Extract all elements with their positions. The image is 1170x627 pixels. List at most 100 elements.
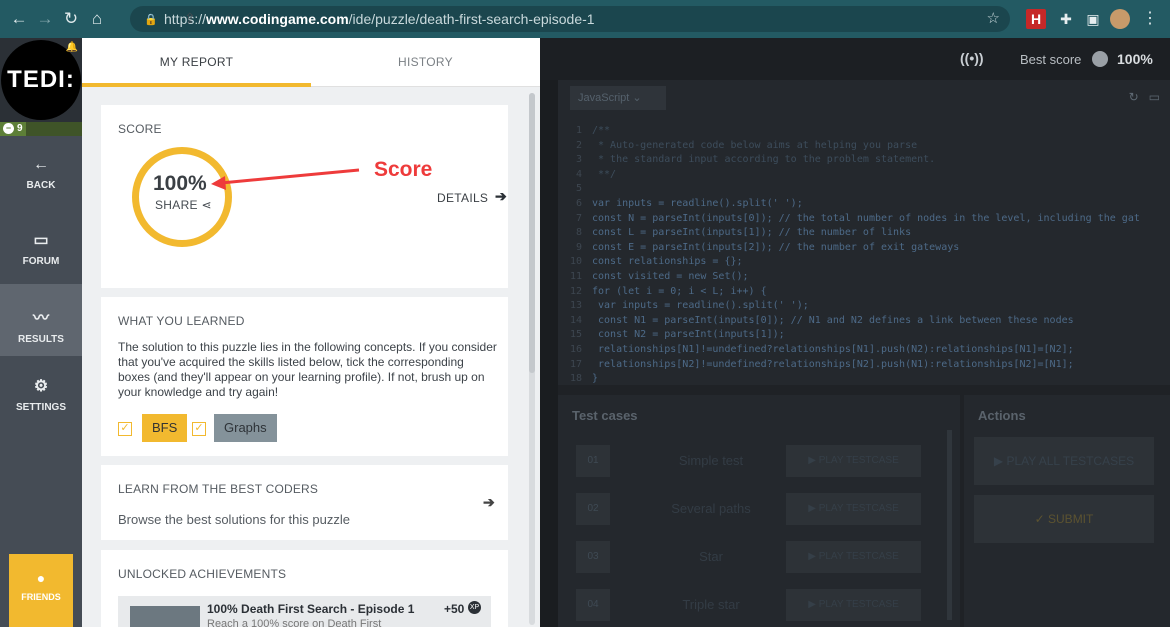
graphs-checkbox[interactable]: ✓ bbox=[192, 422, 206, 436]
achievements-title: UNLOCKED ACHIEVEMENTS bbox=[118, 567, 287, 581]
address-bar[interactable]: 🔒 https://www.codingame.com/ide/puzzle/d… bbox=[130, 6, 1010, 32]
extensions-puzzle-icon[interactable]: ✚ bbox=[1056, 9, 1076, 29]
back-arrow-icon: ← bbox=[33, 156, 49, 173]
code-editor[interactable]: JavaScript ⌄ ↻ ▭ 1 /** 2 * Auto-generated … bbox=[558, 80, 1170, 385]
level-icon: − bbox=[3, 122, 14, 134]
test-row: 01 Simple test ▶ PLAY TESTCASE bbox=[576, 445, 921, 477]
learned-card: WHAT YOU LEARNED The solution to this pu… bbox=[101, 297, 508, 456]
code-line: 6 var inputs = readline().split(' '); bbox=[558, 197, 1170, 212]
code-line: 9 const E = parseInt(inputs[2]); // the n… bbox=[558, 241, 1170, 256]
concept-tag-bfs[interactable]: BFS bbox=[142, 414, 188, 442]
forward-nav-icon[interactable]: → bbox=[32, 9, 58, 29]
code-line: 11 const visited = new Set(); bbox=[558, 270, 1170, 285]
share-button[interactable]: SHARE ⋖ bbox=[155, 198, 212, 212]
best-score-icon bbox=[1092, 51, 1108, 67]
broadcast-icon[interactable]: ((•)) bbox=[960, 50, 984, 66]
play-testcase-button[interactable]: ▶ PLAY TESTCASE bbox=[786, 541, 921, 573]
browser-menu-icon[interactable]: ⋮ bbox=[1140, 9, 1160, 29]
actions-panel: Actions ▶ PLAY ALL TESTCASES ✓ SUBMIT bbox=[964, 395, 1170, 627]
play-testcase-button[interactable]: ▶ PLAY TESTCASE bbox=[786, 493, 921, 525]
code-line: 15 const N2 = parseInt(inputs[1]); bbox=[558, 328, 1170, 343]
line-number: 18 bbox=[569, 373, 582, 385]
results-icon: 〰 bbox=[32, 310, 49, 327]
line-number: 8 bbox=[575, 227, 582, 239]
details-arrow-icon[interactable]: ➔ bbox=[495, 188, 507, 205]
code-text: } bbox=[592, 373, 599, 385]
score-card: SCORE 100% SHARE ⋖ DETAILS ➔ Score bbox=[101, 105, 508, 288]
left-sidebar: TEDI: 🔔 − 9 ← BACK ▭ FORUM 〰 RESULTS ⚙ S… bbox=[0, 38, 82, 627]
code-line: 1 /** bbox=[558, 124, 1170, 139]
line-number: 14 bbox=[569, 314, 582, 326]
fullscreen-icon[interactable]: ▭ bbox=[1149, 90, 1160, 104]
profile-avatar[interactable] bbox=[1110, 9, 1130, 29]
test-row: 03 Star ▶ PLAY TESTCASE bbox=[576, 541, 921, 573]
line-number: 17 bbox=[569, 358, 582, 370]
language-select[interactable]: JavaScript ⌄ bbox=[570, 86, 666, 110]
code-line: 4 **/ bbox=[558, 168, 1170, 183]
notification-bell-icon[interactable]: 🔔 bbox=[66, 42, 78, 53]
test-number: 02 bbox=[576, 493, 610, 525]
code-text: * Auto-generated code below aims at help… bbox=[592, 139, 918, 151]
best-score-value: 100% bbox=[1117, 51, 1153, 67]
code-text: const E = parseInt(inputs[2]); // the nu… bbox=[592, 241, 960, 253]
play-all-testcases-button[interactable]: ▶ PLAY ALL TESTCASES bbox=[974, 437, 1154, 485]
test-name: Star bbox=[699, 549, 723, 564]
browser-toolbar: ← → ↻ ⌂ 🔒 https://www.codingame.com/ide/… bbox=[0, 0, 1170, 38]
extension-h-icon[interactable]: H bbox=[1026, 9, 1046, 29]
submit-button[interactable]: ✓ SUBMIT bbox=[974, 495, 1154, 543]
code-text: for (let i = 0; i < L; i++) { bbox=[592, 285, 767, 297]
line-number: 1 bbox=[575, 125, 582, 136]
bookmark-star-icon[interactable]: ☆ bbox=[987, 9, 1000, 27]
score-value: 100% bbox=[153, 172, 207, 195]
code-line: 12 for (let i = 0; i < L; i++) { bbox=[558, 285, 1170, 300]
achievement-points: +50 bbox=[444, 602, 465, 616]
play-testcase-button[interactable]: ▶ PLAY TESTCASE bbox=[786, 445, 921, 477]
sidebar-item-back[interactable]: ← BACK bbox=[0, 156, 82, 228]
back-nav-icon[interactable]: ← bbox=[6, 9, 32, 29]
lock-icon: 🔒 bbox=[144, 13, 158, 26]
concept-tag-graphs[interactable]: Graphs bbox=[214, 414, 277, 442]
code-text: * the standard input according to the pr… bbox=[592, 154, 936, 166]
ide-panel: ((•)) Best score 100% JavaScript ⌄ ↻ ▭ 1… bbox=[540, 38, 1170, 627]
level-badge: − 9 bbox=[3, 122, 23, 134]
code-line: 14 const N1 = parseInt(inputs[0]); // N1… bbox=[558, 314, 1170, 329]
report-scrollbar-thumb[interactable] bbox=[529, 93, 535, 373]
tab-history[interactable]: HISTORY bbox=[311, 38, 540, 87]
friends-button[interactable]: ● FRIENDS bbox=[9, 554, 73, 627]
test-cases-scrollbar[interactable] bbox=[947, 430, 952, 620]
reset-icon[interactable]: ↻ bbox=[1129, 90, 1139, 104]
bfs-checkbox[interactable]: ✓ bbox=[118, 422, 132, 436]
sidebar-item-label: SETTINGS bbox=[15, 402, 66, 413]
code-line: 13 var inputs = readline().split(' '); bbox=[558, 299, 1170, 314]
code-text: const N2 = parseInt(inputs[1]); bbox=[592, 329, 785, 341]
code-line: 5 bbox=[558, 182, 1170, 197]
sidebar-item-settings[interactable]: ⚙ SETTINGS bbox=[0, 376, 82, 448]
side-panel-icon[interactable]: ▣ bbox=[1083, 9, 1103, 29]
language-label: JavaScript bbox=[578, 92, 630, 104]
learned-text: The solution to this puzzle lies in the … bbox=[118, 340, 497, 399]
code-line: 16 relationships[N1]!=undefined?relation… bbox=[558, 343, 1170, 358]
sidebar-item-results[interactable]: 〰 RESULTS bbox=[0, 284, 82, 356]
code-line: 7 const N = parseInt(inputs[0]); // the t… bbox=[558, 212, 1170, 227]
share-page-icon[interactable]: ⇪ bbox=[184, 10, 974, 27]
achievement-item[interactable]: 100% Death First Search - Episode 1 Reac… bbox=[118, 596, 491, 627]
share-icon: ⋖ bbox=[201, 198, 212, 212]
forum-icon: ▭ bbox=[33, 232, 49, 249]
code-text: const relationships = {}; bbox=[592, 256, 743, 268]
best-coders-arrow-icon[interactable]: ➔ bbox=[483, 494, 495, 511]
code-line: 10 const relationships = {}; bbox=[558, 255, 1170, 270]
details-link[interactable]: DETAILS bbox=[437, 191, 488, 205]
test-cases-title: Test cases bbox=[572, 408, 638, 423]
code-text: /** bbox=[592, 125, 611, 136]
best-coders-subtitle: Browse the best solutions for this puzzl… bbox=[118, 512, 350, 527]
reload-icon[interactable]: ↻ bbox=[58, 9, 84, 29]
tab-my-report[interactable]: MY REPORT bbox=[82, 38, 311, 87]
annotation-arrow-line bbox=[220, 168, 360, 185]
code-text: var inputs = readline().split(' '); bbox=[592, 197, 803, 209]
best-coders-card[interactable]: LEARN FROM THE BEST CODERS Browse the be… bbox=[101, 465, 508, 540]
play-testcase-button[interactable]: ▶ PLAY TESTCASE bbox=[786, 589, 921, 621]
home-icon[interactable]: ⌂ bbox=[84, 9, 110, 29]
best-score-label: Best score bbox=[1020, 52, 1082, 67]
user-avatar[interactable]: TEDI: 🔔 bbox=[0, 38, 82, 122]
code-line: 8 const L = parseInt(inputs[1]); // the n… bbox=[558, 226, 1170, 241]
